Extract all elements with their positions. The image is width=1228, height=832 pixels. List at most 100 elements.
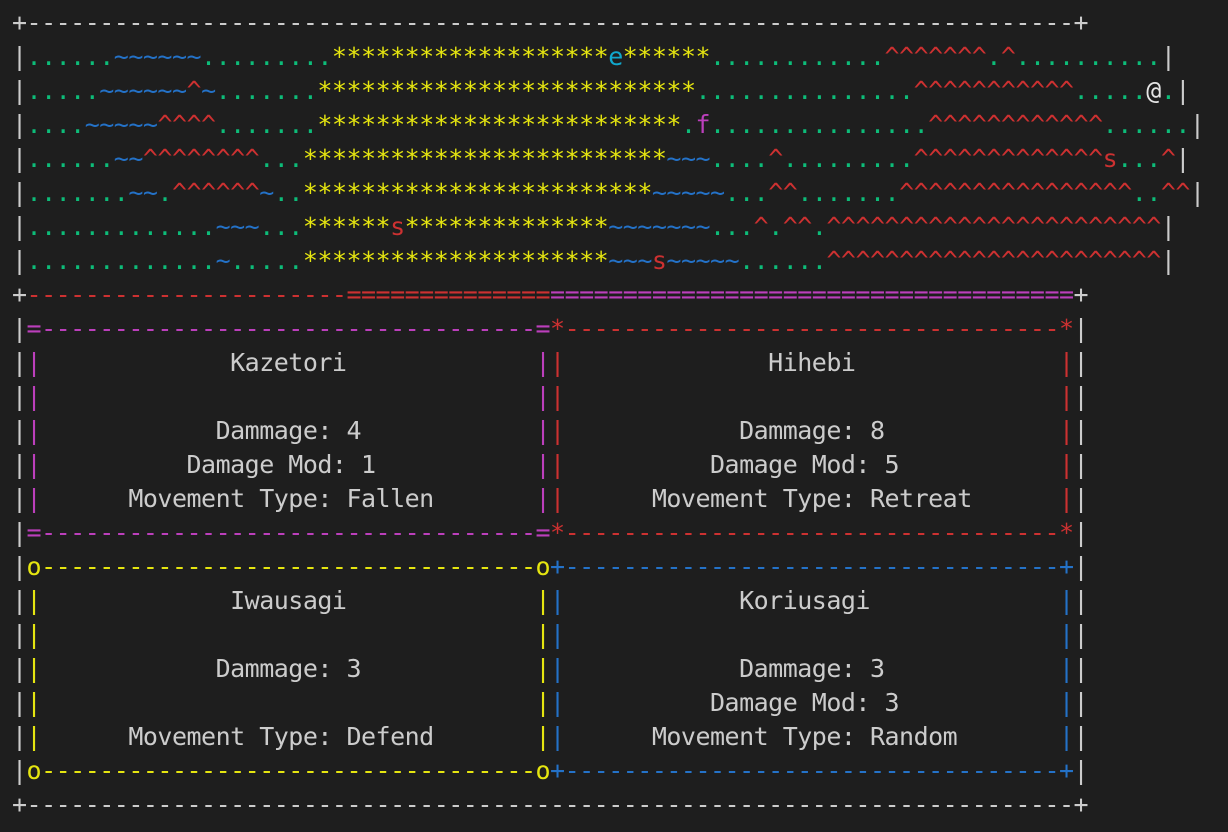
terrain-ground: ......... <box>201 42 332 71</box>
terrain-water: ~ <box>215 246 231 275</box>
card-border: | <box>550 416 565 445</box>
card-border: | <box>26 722 42 751</box>
terrain-ground: . <box>157 178 172 207</box>
card-border: =----------------------------------= <box>26 518 551 547</box>
card-border: | <box>535 722 551 751</box>
card-border: | <box>550 586 565 615</box>
terrain-mountain: ^^ <box>768 178 798 207</box>
frame-border: | <box>1073 688 1089 717</box>
card-border: | <box>1059 722 1074 751</box>
frame-border: + <box>1073 280 1089 309</box>
card-border: | <box>1059 348 1074 377</box>
enemy-marker: s <box>651 246 667 275</box>
frame-border: | <box>12 110 27 139</box>
food-marker: f <box>695 110 711 139</box>
terrain-mountain: ^^^^^^^^^^^^ <box>928 110 1103 139</box>
terrain-water: ~~~~~~ <box>99 76 187 105</box>
card-border: =----------------------------------= <box>26 314 551 343</box>
terrain-ground: . <box>811 212 827 241</box>
card-border: | <box>535 688 551 717</box>
card-row-top: |o----------------------------------o+--… <box>12 550 1205 584</box>
card-stat: Damage Mod: 1 <box>41 450 536 479</box>
map-card-separator: +----------------------=================… <box>12 278 1205 312</box>
terrain-ground: ....... <box>797 178 900 207</box>
terrain-water: ~~~ <box>215 212 260 241</box>
frame-border: | <box>1073 382 1089 411</box>
terrain-ground: ... <box>1117 144 1161 173</box>
terrain-stars: ************************** <box>317 76 696 105</box>
card-stat: Movement Type: Defend <box>41 722 536 751</box>
frame-border: | <box>12 178 27 207</box>
card-title: Koriusagi <box>564 586 1059 615</box>
terrain-mountain: ^ <box>768 144 783 173</box>
frame-border: | <box>12 348 27 377</box>
card-row-bottom: |=----------------------------------=*--… <box>12 516 1205 550</box>
card-content-row: || Movement Type: Defend || Movement Typ… <box>12 720 1205 754</box>
card-stat: Dammage: 3 <box>41 654 536 683</box>
terrain-mountain: ^^^^^^^^^^^^^^^^^^^^^^^ <box>826 212 1161 241</box>
terrain-water: ~~~~~~ <box>113 42 202 71</box>
terrain-ground: ..... <box>26 76 100 105</box>
frame-border: | <box>1073 756 1089 785</box>
terrain-mountain: ^^^^^^^^^^^^^^^^ <box>899 178 1132 207</box>
card-border: | <box>26 688 42 717</box>
card-border: | <box>550 484 565 513</box>
terrain-mountain: ^^^^^^^ <box>884 42 987 71</box>
card-border: | <box>1059 382 1074 411</box>
card-title: Iwausagi <box>41 586 536 615</box>
terrain-ground: ......... <box>782 144 914 173</box>
terrain-ground: ............ <box>710 42 885 71</box>
card-border: | <box>26 586 42 615</box>
card-content-row: || Dammage: 4 || Dammage: 8 || <box>12 414 1205 448</box>
terrain-stars: ****** <box>302 212 391 241</box>
terrain-water: ~~~~~ <box>651 178 725 207</box>
terrain-mountain: ^^^^^^^^^^^ <box>913 76 1074 105</box>
card-content-row: || || Damage Mod: 3 || <box>12 686 1205 720</box>
terrain-ground: ... <box>724 178 769 207</box>
terrain-mountain: ^ <box>1160 144 1176 173</box>
card-stat: Movement Type: Retreat <box>564 484 1059 513</box>
card-content-row: || Movement Type: Fallen || Movement Typ… <box>12 482 1205 516</box>
card-stat: Movement Type: Fallen <box>41 484 536 513</box>
terrain-ground: ...... <box>26 144 115 173</box>
frame-border: | <box>1160 42 1176 71</box>
card-border: | <box>1059 688 1074 717</box>
terrain-ground: . <box>768 212 783 241</box>
card-title: Hihebi <box>564 348 1059 377</box>
frame-border: | <box>12 688 27 717</box>
frame-border: +---------------------------------------… <box>12 790 1089 819</box>
terrain-ground: .. <box>273 178 304 207</box>
map-row: |.............~~~...******s*************… <box>12 210 1205 244</box>
card-border: +----------------------------------+ <box>550 756 1074 785</box>
card-border: | <box>550 382 565 411</box>
frame-border: | <box>1175 144 1190 173</box>
terrain-ground: ... <box>710 212 754 241</box>
card-stat: Dammage: 8 <box>564 416 1059 445</box>
card-border: +----------------------------------+ <box>550 552 1074 581</box>
frame-border: | <box>1073 552 1089 581</box>
card-border: | <box>1059 484 1074 513</box>
terrain-ground: ... <box>259 144 303 173</box>
terrain-stars: ********************* <box>302 246 609 275</box>
terrain-water: ~~~~~ <box>84 110 158 139</box>
card-stat: Damage Mod: 5 <box>564 450 1059 479</box>
card-stat: Dammage: 4 <box>41 416 536 445</box>
terrain-ground: ....... <box>215 110 318 139</box>
separator-dashes: ---------------------- <box>26 280 347 309</box>
frame-border: | <box>12 620 27 649</box>
frame-border: | <box>1073 484 1089 513</box>
map-row: |......~~^^^^^^^^...********************… <box>12 142 1205 176</box>
card-stat <box>41 620 535 649</box>
terrain-water: ~~~~~~~ <box>608 212 711 241</box>
terrain-mountain: ^^^^^^^^^^^^^ <box>913 144 1104 173</box>
card-content-row: || Damage Mod: 1 || Damage Mod: 5 || <box>12 448 1205 482</box>
terrain-water: ~~~~~ <box>666 246 740 275</box>
card-stat: Movement Type: Random <box>564 722 1059 751</box>
card-border: | <box>535 450 551 479</box>
card-stat <box>41 688 535 717</box>
frame-border: | <box>12 654 27 683</box>
terrain-ground: ............... <box>710 110 929 139</box>
frame-bottom: +---------------------------------------… <box>12 788 1205 822</box>
card-border: | <box>535 416 551 445</box>
terminal-screen: +---------------------------------------… <box>12 6 1205 822</box>
